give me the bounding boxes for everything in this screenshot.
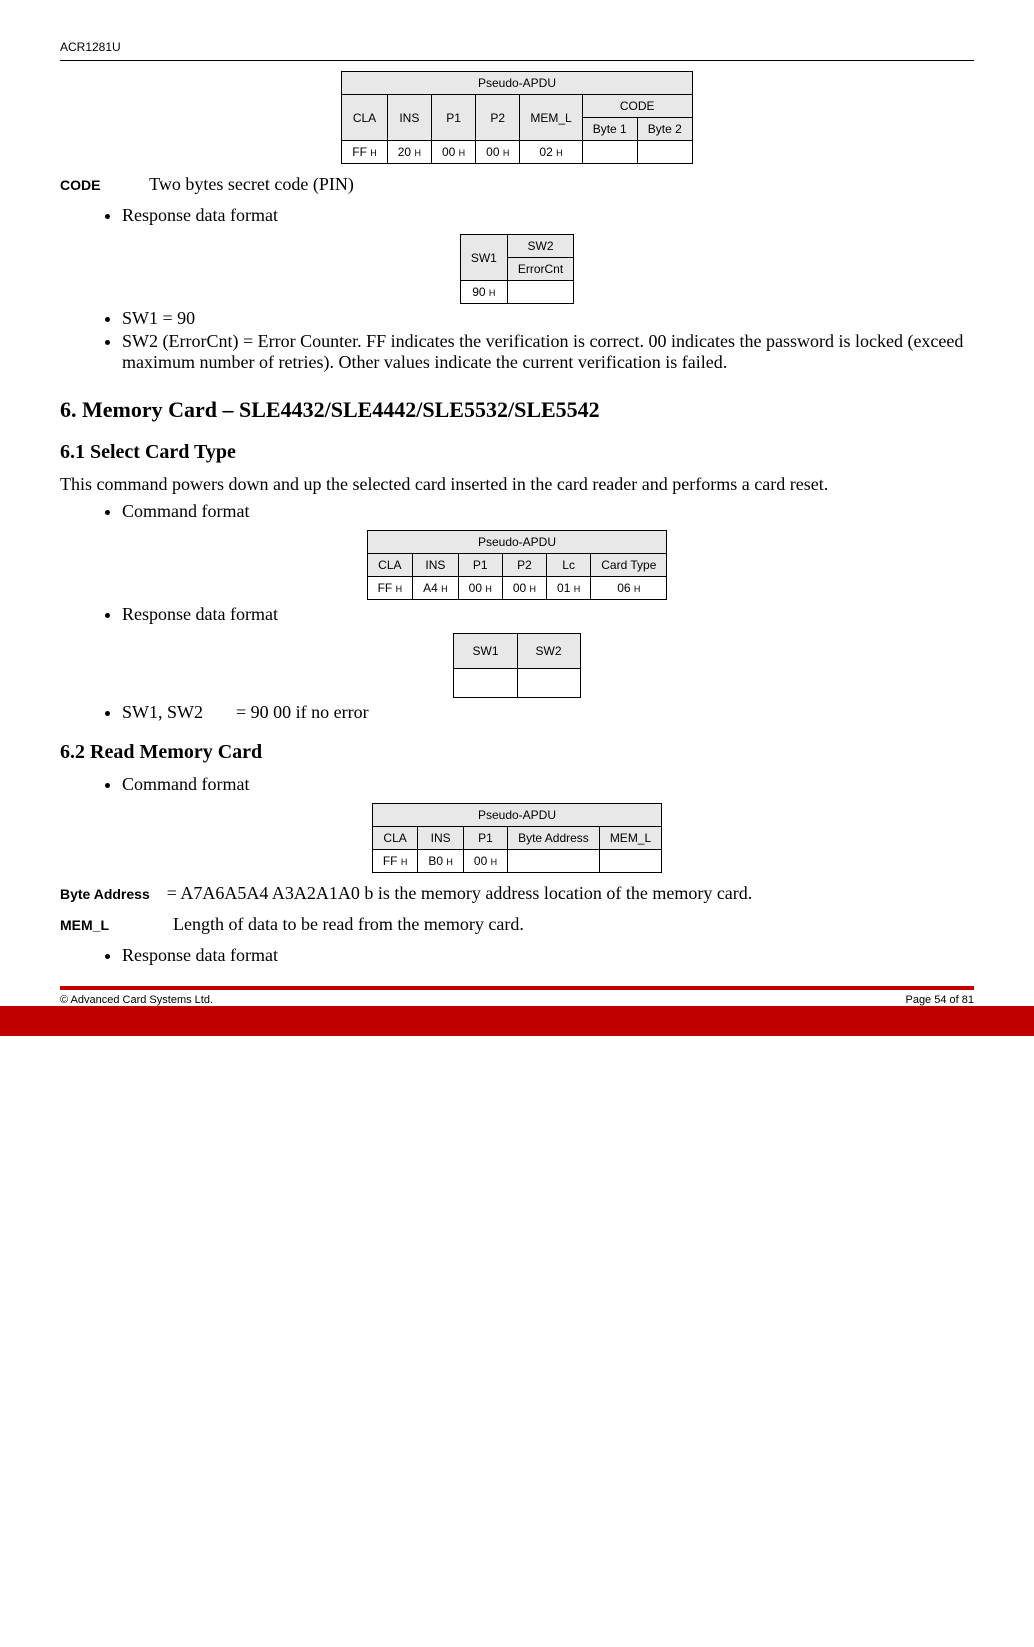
table1-title: Pseudo-APDU bbox=[342, 72, 693, 95]
t5-cla: FF H bbox=[372, 850, 418, 873]
t1-h-code: CODE bbox=[582, 95, 692, 118]
bullets-2: SW1 = 90 SW2 (ErrorCnt) = Error Counter.… bbox=[60, 308, 974, 373]
doc-header: ACR1281U bbox=[60, 40, 974, 58]
code-label: CODE bbox=[60, 177, 100, 193]
header-rule bbox=[60, 60, 974, 61]
t5-h-p1: P1 bbox=[463, 827, 507, 850]
bullets-1: Response data format bbox=[60, 205, 974, 226]
t3-h-cla: CLA bbox=[367, 554, 413, 577]
t1-h-cla: CLA bbox=[342, 95, 388, 141]
section-6-2-heading: 6.2 Read Memory Card bbox=[60, 741, 974, 764]
apdu-table-3: Pseudo-APDU CLA INS P1 P2 Lc Card Type F… bbox=[367, 530, 668, 600]
t1-h-meml: MEM_L bbox=[520, 95, 582, 141]
t3-cardtype: 06 H bbox=[591, 577, 667, 600]
footer-bar bbox=[0, 1006, 1034, 1036]
bullets-3: Command format bbox=[60, 501, 974, 522]
section-6-1-heading: 6.1 Select Card Type bbox=[60, 441, 974, 464]
para-6-1: This command powers down and up the sele… bbox=[60, 474, 974, 495]
apdu-table-1: Pseudo-APDU CLA INS P1 P2 MEM_L CODE Byt… bbox=[341, 71, 693, 164]
t4-sw2 bbox=[517, 669, 580, 698]
apdu-table-5: Pseudo-APDU CLA INS P1 Byte Address MEM_… bbox=[372, 803, 662, 873]
t3-h-p2: P2 bbox=[502, 554, 546, 577]
t5-byteaddr bbox=[508, 850, 600, 873]
response-table-2: SW1 SW2 bbox=[453, 633, 580, 698]
bullets-4: Response data format bbox=[60, 604, 974, 625]
code-text: Two bytes secret code (PIN) bbox=[149, 174, 354, 194]
response-table-1: SW1 SW2 ErrorCnt 90 H bbox=[460, 234, 574, 304]
t4-sw1 bbox=[454, 669, 517, 698]
t5-h-meml: MEM_L bbox=[599, 827, 661, 850]
t5-h-ins: INS bbox=[418, 827, 464, 850]
t5-meml bbox=[599, 850, 661, 873]
t2-sw1: 90 H bbox=[460, 281, 507, 304]
bullet-response-3: Response data format bbox=[122, 945, 974, 966]
t1-h-p1: P1 bbox=[431, 95, 475, 141]
t1-p1: 00 H bbox=[431, 141, 475, 164]
t5-p1: 00 H bbox=[463, 850, 507, 873]
t1-h-byte1: Byte 1 bbox=[582, 118, 637, 141]
footer-right: Page 54 of 81 bbox=[905, 994, 974, 1006]
t1-code1 bbox=[582, 141, 637, 164]
section-6-heading: 6. Memory Card – SLE4432/SLE4442/SLE5532… bbox=[60, 397, 974, 423]
meml-text: Length of data to be read from the memor… bbox=[173, 914, 524, 934]
t3-ins: A4 H bbox=[413, 577, 459, 600]
t3-cla: FF H bbox=[367, 577, 413, 600]
bullet-sw1: SW1 = 90 bbox=[122, 308, 974, 329]
t1-h-byte2: Byte 2 bbox=[637, 118, 692, 141]
page-footer: © Advanced Card Systems Ltd. Page 54 of … bbox=[60, 986, 974, 1006]
t2-h-sw1: SW1 bbox=[460, 235, 507, 281]
meml-definition: MEM_L Length of data to be read from the… bbox=[60, 914, 974, 935]
t3-p2: 00 H bbox=[502, 577, 546, 600]
t5-h-cla: CLA bbox=[372, 827, 418, 850]
bullets-5: SW1, SW2 = 90 00 if no error bbox=[60, 702, 974, 723]
t3-lc: 01 H bbox=[547, 577, 591, 600]
bullet-command-2: Command format bbox=[122, 774, 974, 795]
t4-h-sw1: SW1 bbox=[454, 634, 517, 669]
meml-label: MEM_L bbox=[60, 917, 109, 933]
t5-h-byteaddr: Byte Address bbox=[508, 827, 600, 850]
t1-code2 bbox=[637, 141, 692, 164]
t1-h-p2: P2 bbox=[476, 95, 520, 141]
byte-address-label: Byte Address bbox=[60, 886, 150, 902]
t3-title: Pseudo-APDU bbox=[367, 531, 667, 554]
t2-h-sw2: SW2 bbox=[507, 235, 573, 258]
t4-h-sw2: SW2 bbox=[517, 634, 580, 669]
byte-address-text: = A7A6A5A4 A3A2A1A0 b is the memory addr… bbox=[167, 883, 753, 903]
bullet-response-1: Response data format bbox=[122, 205, 974, 226]
bullets-6: Command format bbox=[60, 774, 974, 795]
t1-ins: 20 H bbox=[387, 141, 431, 164]
t3-h-cardtype: Card Type bbox=[591, 554, 667, 577]
bullet-response-2: Response data format bbox=[122, 604, 974, 625]
code-definition: CODE Two bytes secret code (PIN) bbox=[60, 174, 974, 195]
t2-sw2 bbox=[507, 281, 573, 304]
t1-p2: 00 H bbox=[476, 141, 520, 164]
t1-h-ins: INS bbox=[387, 95, 431, 141]
t1-cla: FF H bbox=[342, 141, 388, 164]
bullet-sw2: SW2 (ErrorCnt) = Error Counter. FF indic… bbox=[122, 331, 974, 373]
footer-left: © Advanced Card Systems Ltd. bbox=[60, 994, 213, 1006]
bullet-sw1sw2: SW1, SW2 = 90 00 if no error bbox=[122, 702, 974, 723]
t1-meml: 02 H bbox=[520, 141, 582, 164]
t5-title: Pseudo-APDU bbox=[372, 804, 661, 827]
byte-address-definition: Byte Address = A7A6A5A4 A3A2A1A0 b is th… bbox=[60, 883, 974, 904]
bullet-command-1: Command format bbox=[122, 501, 974, 522]
bullets-7: Response data format bbox=[60, 945, 974, 966]
t5-ins: B0 H bbox=[418, 850, 464, 873]
t3-p1: 00 H bbox=[458, 577, 502, 600]
t2-h-errorcnt: ErrorCnt bbox=[507, 258, 573, 281]
t3-h-ins: INS bbox=[413, 554, 459, 577]
t3-h-p1: P1 bbox=[458, 554, 502, 577]
t3-h-lc: Lc bbox=[547, 554, 591, 577]
